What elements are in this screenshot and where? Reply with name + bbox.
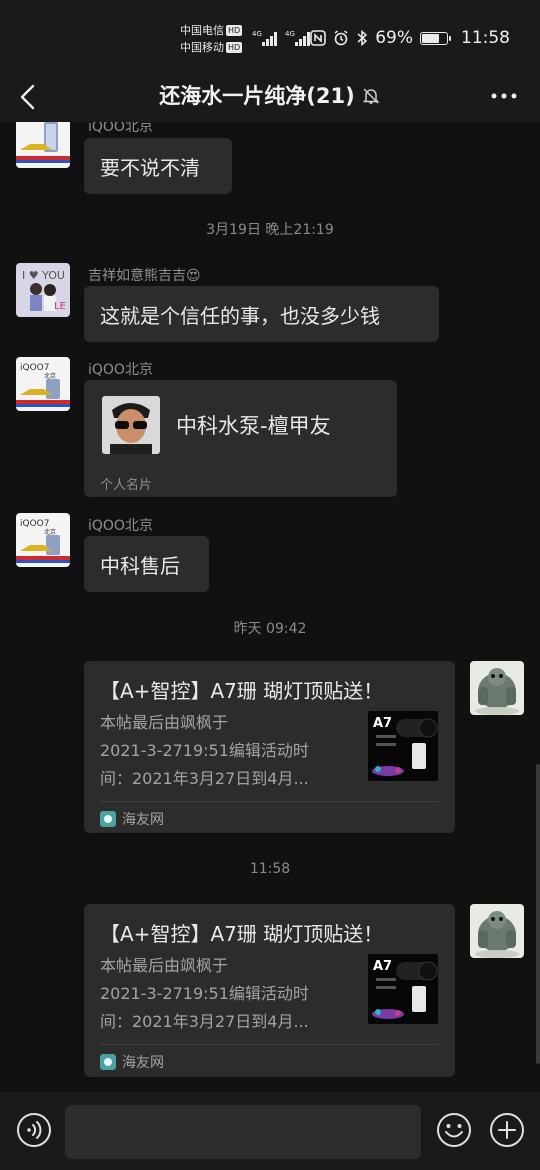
contact-card-label: 个人名片	[100, 478, 153, 493]
link-thumbnail: A7	[368, 954, 438, 1024]
link-desc-line: 本帖最后由飒枫于	[100, 713, 229, 732]
source-logo-icon	[100, 811, 116, 827]
link-description: 本帖最后由飒枫于 2021-3-2719:51编辑活动时 间：2021年3月27…	[100, 709, 350, 793]
status-right: 69% 11:58	[310, 28, 510, 48]
hd-badge: HD	[226, 42, 243, 53]
avatar[interactable]: iQOO7 北京	[16, 513, 70, 567]
sender-name: iQOO北京	[88, 122, 153, 135]
link-description: 本帖最后由飒枫于 2021-3-2719:51编辑活动时 间：2021年3月27…	[100, 952, 350, 1036]
my-avatar[interactable]	[470, 661, 524, 715]
message-bubble[interactable]: 要不说不清	[84, 138, 232, 194]
link-thumbnail: A7	[368, 711, 438, 781]
avatar[interactable]: I ♥ YOU LE	[16, 263, 70, 317]
battery-icon	[420, 31, 451, 45]
sender-name: iQOO北京	[88, 362, 153, 378]
status-bar: 中国电信 HD 中国移动 HD 4G 4G 69% 11:58	[0, 0, 540, 72]
link-desc-line: 间：2021年3月27日到4月...	[100, 1012, 309, 1031]
hd-badge: HD	[226, 25, 243, 36]
avatar[interactable]	[16, 122, 70, 168]
thumb-text: A7	[373, 716, 392, 731]
carrier-1: 中国电信	[180, 24, 224, 37]
chat-title: 还海水一片纯净(21)	[0, 80, 540, 110]
alarm-icon	[334, 30, 348, 46]
chat-list[interactable]: iQOO北京 要不说不清 3月19日 晚上21:19 I ♥ YOU LE 吉祥如…	[0, 122, 540, 1092]
battery-percent: 69%	[375, 28, 413, 48]
message-text: 中科售后	[100, 553, 180, 578]
svg-text:北京: 北京	[44, 528, 56, 536]
message-bubble[interactable]: 这就是个信任的事，也没多少钱	[84, 286, 439, 342]
link-card[interactable]: 【A+智控】A7珊 瑚灯顶贴送！ 本帖最后由飒枫于 2021-3-2719:51…	[84, 904, 455, 1077]
carrier-2: 中国移动	[180, 41, 224, 54]
link-source-name: 海友网	[122, 812, 164, 828]
avatar[interactable]: iQOO7 北京	[16, 357, 70, 411]
network-type: 4G	[252, 30, 262, 38]
link-title: 【A+智控】A7珊 瑚灯顶贴送！	[100, 922, 384, 946]
link-title: 【A+智控】A7珊 瑚灯顶贴送！	[100, 679, 384, 703]
svg-text:北京: 北京	[44, 372, 56, 380]
link-source: 海友网	[100, 809, 164, 829]
signal-icon: 4G	[285, 30, 311, 46]
contact-name: 中科水泵-檀甲友	[176, 414, 331, 438]
svg-text:LE: LE	[54, 301, 66, 312]
plus-icon[interactable]	[489, 1112, 525, 1148]
link-desc-line: 间：2021年3月27日到4月...	[100, 769, 309, 788]
link-source-name: 海友网	[122, 1055, 164, 1071]
svg-text:iQOO7: iQOO7	[20, 519, 49, 529]
chat-header: 还海水一片纯净(21)	[0, 72, 540, 122]
bell-off-icon	[362, 88, 380, 104]
voice-icon[interactable]	[16, 1112, 52, 1148]
input-bar	[0, 1092, 540, 1170]
contact-card[interactable]: 中科水泵-檀甲友 个人名片	[84, 380, 397, 497]
message-text: 要不说不清	[100, 155, 200, 180]
nfc-icon	[310, 30, 327, 46]
svg-text:iQOO7: iQOO7	[20, 363, 49, 373]
message-input[interactable]	[65, 1105, 421, 1159]
timestamp: 3月19日 晚上21:19	[206, 222, 334, 238]
timestamp: 11:58	[249, 861, 291, 877]
link-desc-line: 2021-3-2719:51编辑活动时	[100, 984, 309, 1003]
emoji-icon[interactable]	[436, 1112, 472, 1148]
divider	[100, 1044, 439, 1045]
network-type: 4G	[285, 30, 295, 38]
divider	[100, 801, 439, 802]
link-desc-line: 2021-3-2719:51编辑活动时	[100, 741, 309, 760]
source-logo-icon	[100, 1054, 116, 1070]
sender-name: iQOO北京	[88, 518, 153, 534]
link-desc-line: 本帖最后由飒枫于	[100, 956, 229, 975]
bluetooth-icon	[357, 30, 368, 46]
battery-fill	[422, 33, 439, 43]
message-text: 这就是个信任的事，也没多少钱	[100, 303, 380, 328]
thumb-text: A7	[373, 959, 392, 974]
message-bubble[interactable]: 中科售后	[84, 536, 209, 592]
svg-text:I ♥ YOU: I ♥ YOU	[22, 269, 65, 282]
contact-photo	[102, 396, 160, 454]
my-avatar[interactable]	[470, 904, 524, 958]
signal-icon: 4G	[252, 30, 278, 46]
sender-name: 吉祥如意熊吉吉😍	[88, 268, 201, 284]
group-name: 还海水一片纯净(21)	[159, 84, 355, 108]
scrollbar[interactable]	[536, 764, 540, 1064]
carrier-info: 中国电信 HD 中国移动 HD	[180, 22, 243, 56]
more-horizontal-icon[interactable]	[490, 86, 518, 106]
timestamp: 昨天 09:42	[233, 621, 307, 637]
link-card[interactable]: 【A+智控】A7珊 瑚灯顶贴送！ 本帖最后由飒枫于 2021-3-2719:51…	[84, 661, 455, 833]
link-source: 海友网	[100, 1052, 164, 1072]
clock: 11:58	[461, 28, 510, 48]
